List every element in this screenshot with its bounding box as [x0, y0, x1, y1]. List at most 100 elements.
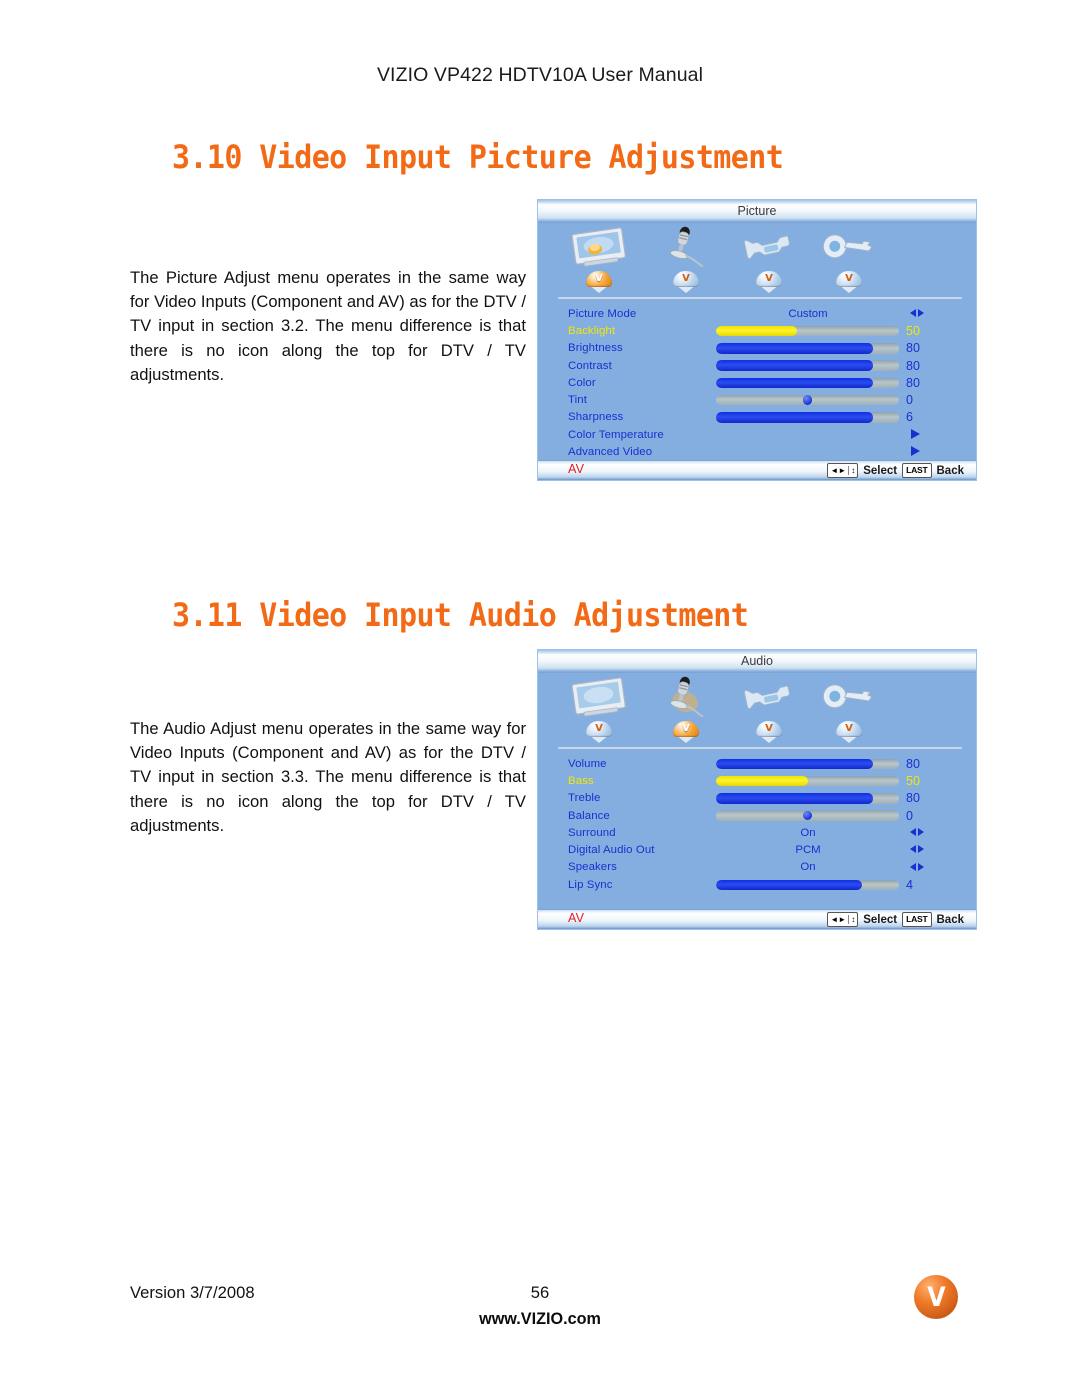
- audio-microphone-icon: [643, 225, 729, 271]
- chevron-right-icon[interactable]: [910, 446, 930, 457]
- osd-row-slider[interactable]: [716, 879, 899, 891]
- osd-row-label: Backlight: [568, 324, 616, 337]
- osd-row-slider[interactable]: [716, 810, 899, 821]
- osd-input-label: AV: [568, 911, 585, 925]
- osd-row[interactable]: Digital Audio Out PCM: [538, 841, 976, 858]
- osd-tab-setup[interactable]: V: [726, 673, 812, 747]
- osd-row-value: Custom: [788, 307, 828, 320]
- left-right-arrows-icon[interactable]: [910, 308, 930, 319]
- vizio-badge-letter: V: [682, 273, 690, 284]
- osd-row-slider[interactable]: [716, 793, 899, 804]
- osd-row[interactable]: Picture Mode Custom: [538, 305, 976, 322]
- osd-row-label: Color Temperature: [568, 428, 664, 441]
- osd-row-label: Tint: [568, 394, 587, 407]
- left-right-arrows-icon[interactable]: [910, 827, 930, 838]
- chevron-right-icon[interactable]: [910, 429, 930, 440]
- osd-row-value: 80: [906, 375, 920, 390]
- page-header-title: VIZIO VP422 HDTV10A User Manual: [376, 64, 704, 86]
- osd-row-slider[interactable]: [716, 377, 899, 389]
- osd-row-label: Color: [568, 376, 596, 389]
- vizio-badge-letter: V: [765, 723, 773, 734]
- osd-row-label: Speakers: [568, 861, 617, 874]
- osd-tab-audio[interactable]: V: [643, 223, 729, 297]
- osd-row-slider[interactable]: [716, 775, 899, 787]
- osd-slider-fill: [716, 377, 874, 389]
- osd-footer: AV ◄► ↕ Select LAST Back: [538, 460, 976, 480]
- section-body-3-11: The Audio Adjust menu operates in the sa…: [130, 719, 526, 835]
- osd-icon-bar: V V V V: [538, 673, 976, 747]
- back-hint-label: Back: [936, 464, 965, 477]
- left-right-arrows-icon[interactable]: [910, 862, 930, 873]
- osd-row[interactable]: Lip Sync 4: [538, 876, 976, 893]
- osd-tab-picture[interactable]: V: [556, 223, 642, 297]
- osd-tab-badge-setup: V: [754, 721, 784, 743]
- osd-row[interactable]: Sharpness 6: [538, 409, 976, 426]
- picture-tv-icon: [556, 225, 642, 271]
- osd-picture-menu: Picture V V V V Picture Mode Custom Back…: [537, 199, 977, 481]
- parental-key-icon: [806, 225, 892, 271]
- vizio-badge-letter: V: [595, 723, 603, 734]
- osd-row-value: 0: [906, 808, 913, 823]
- osd-row-value: 50: [906, 323, 920, 338]
- osd-row[interactable]: Surround On: [538, 824, 976, 841]
- picture-tv-icon: [556, 675, 642, 721]
- osd-tab-setup[interactable]: V: [726, 223, 812, 297]
- vizio-badge-letter: V: [682, 723, 690, 734]
- osd-row-label: Surround: [568, 826, 616, 839]
- osd-slider-knob[interactable]: [802, 810, 813, 821]
- osd-row[interactable]: Backlight 50: [538, 322, 976, 339]
- osd-tab-badge-audio: V: [671, 271, 701, 293]
- osd-row-slider[interactable]: [716, 394, 899, 406]
- osd-row-slider[interactable]: [716, 758, 899, 769]
- osd-row-label: Picture Mode: [568, 307, 637, 320]
- osd-row-value: 6: [906, 410, 913, 425]
- osd-row[interactable]: Treble 80: [538, 790, 976, 807]
- osd-footer-hints: ◄► ↕ Select LAST Back: [827, 463, 964, 478]
- select-hint-label: Select: [863, 464, 898, 477]
- osd-title: Audio: [538, 650, 976, 673]
- vizio-logo-letter: V: [926, 1281, 946, 1313]
- left-right-arrows-icon[interactable]: [910, 844, 930, 855]
- osd-picture-rows: Picture Mode Custom Backlight 50 Brightness 8…: [538, 300, 976, 461]
- osd-tab-audio[interactable]: V: [643, 673, 729, 747]
- osd-slider-fill: [716, 758, 874, 769]
- vizio-badge-letter: V: [595, 273, 603, 284]
- osd-row-label: Advanced Video: [568, 446, 653, 459]
- osd-row[interactable]: Contrast 80: [538, 357, 976, 374]
- osd-row[interactable]: Advanced Video: [538, 443, 976, 460]
- osd-slider-fill: [716, 793, 874, 804]
- osd-row-slider[interactable]: [716, 412, 899, 423]
- osd-tab-parental[interactable]: V: [806, 223, 892, 297]
- osd-tab-badge-picture: V: [584, 721, 614, 743]
- osd-row-slider[interactable]: [716, 360, 899, 371]
- osd-tab-badge-audio: V: [671, 721, 701, 743]
- osd-row[interactable]: Bass 50: [538, 772, 976, 789]
- osd-row[interactable]: Brightness 80: [538, 340, 976, 357]
- vizio-logo: V: [914, 1275, 958, 1319]
- osd-tab-parental[interactable]: V: [806, 673, 892, 747]
- osd-row-label: Digital Audio Out: [568, 844, 655, 857]
- nav-left-right-glyph: ◄►: [830, 466, 847, 475]
- osd-row[interactable]: Color 80: [538, 374, 976, 391]
- osd-row[interactable]: Speakers On: [538, 859, 976, 876]
- osd-tab-badge-setup: V: [754, 271, 784, 293]
- osd-row[interactable]: Volume 80: [538, 755, 976, 772]
- osd-row-value: 80: [906, 791, 920, 806]
- osd-row[interactable]: Tint 0: [538, 391, 976, 408]
- select-hint-label: Select: [863, 913, 898, 926]
- nav-keys-icon: ◄► ↕: [827, 463, 859, 478]
- section-heading-3-11: 3.11 Video Input Audio Adjustment: [172, 597, 749, 635]
- osd-row-slider[interactable]: [716, 343, 899, 354]
- osd-slider-knob[interactable]: [802, 395, 813, 405]
- osd-row-slider[interactable]: [716, 325, 899, 337]
- osd-row-value: 0: [906, 393, 913, 408]
- osd-title: Picture: [538, 200, 976, 223]
- audio-microphone-icon: [643, 675, 729, 721]
- osd-tab-badge-parental: V: [834, 721, 864, 743]
- section-heading-3-10: 3.10 Video Input Picture Adjustment: [172, 139, 784, 177]
- osd-row[interactable]: Color Temperature: [538, 426, 976, 443]
- osd-row[interactable]: Balance 0: [538, 807, 976, 824]
- osd-row-value: PCM: [795, 844, 821, 857]
- osd-row-label: Lip Sync: [568, 878, 613, 891]
- osd-tab-picture[interactable]: V: [556, 673, 642, 747]
